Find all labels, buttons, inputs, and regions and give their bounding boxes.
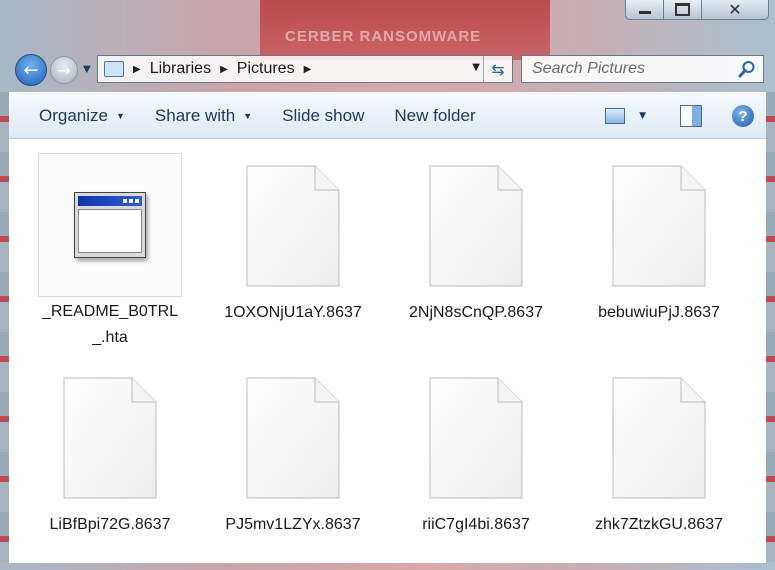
file-item[interactable]: zhk7ZtzkGU.8637 <box>579 365 739 538</box>
file-name: _README_B0TRL_.hta <box>41 303 179 346</box>
refresh-icon: ⇆ <box>491 59 505 79</box>
file-name: PJ5mv1LZYx.8637 <box>225 516 361 533</box>
file-name: zhk7ZtzkGU.8637 <box>594 516 724 533</box>
close-icon: ✕ <box>728 0 742 19</box>
search-input[interactable]: Search Pictures <box>532 60 736 78</box>
search-box[interactable]: Search Pictures <box>521 55 764 83</box>
chevron-down-icon: ▼ <box>243 110 253 121</box>
maximize-icon <box>675 3 690 16</box>
close-button[interactable]: ✕ <box>701 0 769 20</box>
background-banner-text: CERBER RANSOMWARE <box>285 28 482 45</box>
chevron-down-icon: ▼ <box>115 110 125 121</box>
blank-file-icon <box>396 365 556 510</box>
file-name: LiBfBpi72G.8637 <box>49 516 171 533</box>
refresh-button[interactable]: ⇆ <box>483 56 512 82</box>
blank-file-icon <box>579 365 739 510</box>
address-bar[interactable]: ▶ Libraries ▶ Pictures ▶ ▼ ⇆ <box>97 55 513 83</box>
organize-menu[interactable]: Organize ▼ <box>9 106 140 126</box>
preview-pane-icon[interactable] <box>680 105 702 127</box>
blank-file-icon <box>213 153 373 298</box>
frame-right-border <box>765 92 775 562</box>
breadcrumb-separator-icon[interactable]: ▶ <box>220 64 228 75</box>
blank-file-icon <box>396 153 556 298</box>
file-item[interactable]: 1OXONjU1aY.8637 <box>213 153 373 326</box>
recent-pages-dropdown[interactable]: ▼ <box>83 64 91 75</box>
command-bar: Organize ▼ Share with ▼ Slide show New fol… <box>9 92 766 139</box>
back-arrow-icon: ← <box>23 59 39 81</box>
forward-button[interactable]: → <box>50 56 78 84</box>
file-item[interactable]: LiBfBpi72G.8637 <box>30 365 190 538</box>
forward-arrow-icon: → <box>57 60 71 80</box>
breadcrumb-separator-icon[interactable]: ▶ <box>133 64 141 75</box>
new-folder-button[interactable]: New folder <box>379 106 490 126</box>
blank-file-icon <box>213 365 373 510</box>
file-name: bebuwiuPjJ.8637 <box>598 304 720 321</box>
file-item[interactable]: bebuwiuPjJ.8637 <box>579 153 739 326</box>
organize-label: Organize <box>39 105 108 125</box>
view-options-dropdown[interactable]: ▼ <box>639 111 646 121</box>
blank-file-icon <box>30 365 190 510</box>
file-list-area[interactable]: _README_B0TRL_.hta 1OXONjU1aY.8637 2NjN8… <box>9 139 766 563</box>
minimize-button[interactable] <box>625 0 664 20</box>
minimize-icon <box>638 11 651 14</box>
slide-show-label: Slide show <box>282 105 365 125</box>
file-item[interactable]: riiC7gI4bi.8637 <box>396 365 556 538</box>
slide-show-button[interactable]: Slide show <box>267 106 379 126</box>
new-folder-label: New folder <box>394 105 476 125</box>
file-item[interactable]: PJ5mv1LZYx.8637 <box>213 365 373 538</box>
library-icon <box>104 61 124 77</box>
file-name: 2NjN8sCnQP.8637 <box>408 304 543 321</box>
help-icon[interactable]: ? <box>732 105 754 127</box>
file-item[interactable]: _README_B0TRL_.hta <box>30 153 190 351</box>
blank-file-icon <box>579 153 739 298</box>
share-with-label: Share with <box>154 105 236 125</box>
breadcrumb-libraries[interactable]: Libraries <box>150 60 211 78</box>
breadcrumb-separator-icon[interactable]: ▶ <box>304 64 312 75</box>
file-name: 1OXONjU1aY.8637 <box>224 304 362 321</box>
file-item[interactable]: 2NjN8sCnQP.8637 <box>396 153 556 326</box>
view-icon[interactable] <box>605 108 626 124</box>
caption-buttons: ✕ <box>625 0 769 36</box>
file-name: riiC7gI4bi.8637 <box>422 516 530 533</box>
hta-file-icon <box>38 153 182 297</box>
breadcrumb-pictures[interactable]: Pictures <box>237 60 295 78</box>
view-controls: ▼ ? <box>605 93 754 139</box>
address-dropdown-icon[interactable]: ▼ <box>472 62 480 73</box>
maximize-button[interactable] <box>663 0 702 20</box>
share-with-menu[interactable]: Share with ▼ <box>140 106 267 126</box>
search-icon[interactable] <box>736 58 758 80</box>
back-button[interactable]: ← <box>15 54 47 86</box>
